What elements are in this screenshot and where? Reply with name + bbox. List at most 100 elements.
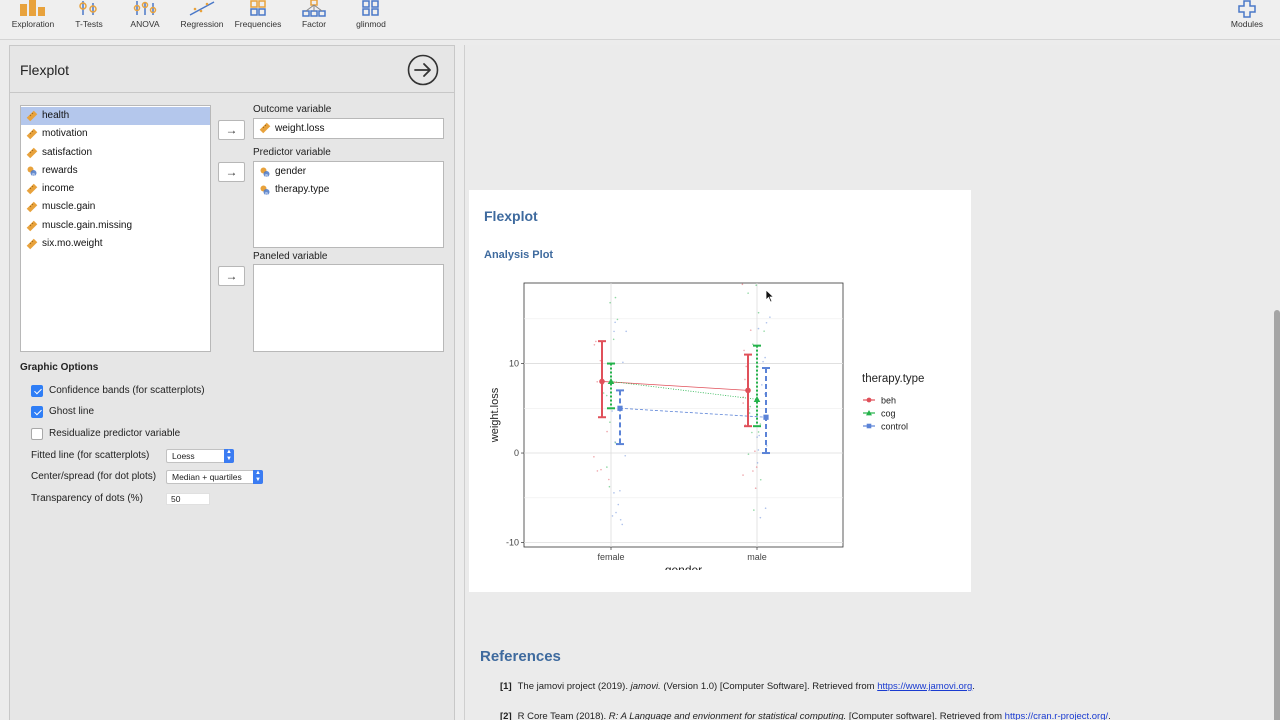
- continuous-ruler-icon: [26, 147, 38, 158]
- results-card: Flexplot Analysis Plot -10 0 10 female male g…: [469, 190, 971, 592]
- data-point: [619, 489, 621, 492]
- variable-item-muscle-gain[interactable]: muscle.gain: [21, 198, 210, 216]
- paneled-variable-box[interactable]: [253, 264, 444, 352]
- data-point: [757, 431, 760, 433]
- jamovi-link[interactable]: https://www.jamovi.org: [877, 681, 972, 692]
- x-tick-label: female: [597, 552, 624, 562]
- plot-area: [523, 282, 844, 548]
- predictor-item-therapy-type[interactable]: a therapy.type: [254, 181, 443, 199]
- data-point: [611, 410, 613, 412]
- data-point: [759, 478, 762, 481]
- reference-title: jamovi.: [630, 681, 661, 692]
- data-point: [621, 523, 624, 526]
- center-spread-select[interactable]: Median + quartiles ▲ ▼: [166, 470, 263, 484]
- predictor-variable-box[interactable]: a gender a therapy.type: [253, 161, 444, 248]
- data-point: [763, 330, 765, 332]
- data-point: [596, 470, 599, 472]
- variable-item-health[interactable]: health: [21, 107, 210, 126]
- fitted-line-select[interactable]: Loess ▲ ▼: [166, 449, 234, 463]
- data-point: [609, 301, 611, 304]
- data-point: [593, 455, 595, 458]
- variable-name: muscle.gain.missing: [42, 219, 133, 231]
- regression-icon: [189, 1, 215, 16]
- predictor-item-gender[interactable]: a gender: [254, 163, 443, 181]
- reference-number: [1]: [500, 681, 512, 692]
- data-point: [606, 430, 608, 433]
- data-point: [751, 431, 753, 434]
- results-scrollbar-thumb[interactable]: [1274, 310, 1280, 720]
- data-point: [765, 445, 768, 447]
- reference-item: [2] R Core Team (2018). R: A Language and…: [500, 711, 1111, 720]
- variable-item-motivation[interactable]: motivation: [21, 125, 210, 143]
- data-point: [614, 321, 616, 324]
- data-point: [757, 449, 760, 451]
- toolbar: Exploration T-Tests ANOVA Regression Fre…: [0, 0, 1280, 40]
- data-point: [609, 421, 611, 423]
- data-point: [755, 284, 758, 286]
- continuous-ruler-icon: [26, 128, 38, 140]
- references-heading: References: [480, 648, 561, 665]
- confidence-bands-label: Confidence bands (for scatterplots): [49, 385, 205, 396]
- data-point: [756, 436, 758, 438]
- residualize-checkbox[interactable]: [31, 428, 43, 440]
- data-point: [747, 292, 749, 294]
- data-point: [614, 296, 617, 299]
- cran-link[interactable]: https://cran.r-project.org/: [1005, 711, 1108, 720]
- confidence-bands-option: Confidence bands (for scatterplots): [31, 385, 291, 399]
- data-point: [625, 330, 627, 333]
- plus-icon: [1238, 0, 1256, 18]
- outcome-variable-item[interactable]: weight.loss: [254, 119, 443, 138]
- fitted-line-label: Fitted line (for scatterplots): [31, 450, 150, 461]
- variable-list[interactable]: health motivation satisfaction a rewards inco…: [20, 105, 211, 352]
- variable-name: muscle.gain: [42, 201, 96, 213]
- continuous-ruler-icon: [259, 122, 271, 134]
- ghost-line-checkbox[interactable]: [31, 406, 43, 418]
- data-point: [742, 474, 744, 476]
- data-point: [757, 327, 760, 330]
- variable-item-six-mo-weight[interactable]: six.mo.weight: [21, 235, 210, 253]
- predictor-name: gender: [275, 166, 307, 177]
- data-point: [596, 380, 599, 383]
- data-point: [744, 378, 746, 381]
- run-arrow-button[interactable]: [407, 54, 439, 86]
- variable-name: health: [42, 110, 70, 121]
- continuous-ruler-icon: [26, 238, 38, 250]
- reference-item: [1] The jamovi project (2019). jamovi. (V…: [500, 681, 975, 692]
- legend-marker: [866, 397, 872, 403]
- data-point: [619, 518, 622, 521]
- legend-marker: [866, 423, 872, 429]
- variable-item-satisfaction[interactable]: satisfaction: [21, 144, 210, 162]
- outcome-variable-box[interactable]: weight.loss: [253, 118, 444, 139]
- y-tick-label: 10: [509, 359, 519, 369]
- nominal-venn-icon: a: [260, 185, 270, 196]
- legend-title: therapy.type: [862, 373, 924, 385]
- data-point: [759, 516, 762, 519]
- data-point: [741, 283, 744, 286]
- variable-name: satisfaction: [42, 146, 93, 158]
- arrow-right-circle-icon: [407, 54, 439, 86]
- outcome-variable-name: weight.loss: [275, 123, 325, 134]
- data-point: [756, 462, 759, 464]
- variable-name: six.mo.weight: [42, 238, 103, 250]
- confidence-bands-checkbox[interactable]: [31, 385, 43, 397]
- move-to-predictor-button[interactable]: →: [218, 162, 245, 182]
- move-to-outcome-button[interactable]: →: [218, 120, 245, 140]
- glinmod-button[interactable]: glinmod: [341, 0, 401, 40]
- data-point: [611, 515, 614, 517]
- move-to-paneled-button[interactable]: →: [218, 266, 245, 286]
- variable-item-muscle-gain-missing[interactable]: muscle.gain.missing: [21, 217, 210, 235]
- glinmod-label: glinmod: [356, 19, 386, 29]
- data-point: [614, 441, 616, 443]
- transparency-input[interactable]: 50: [166, 493, 210, 505]
- results-panel: Flexplot Analysis Plot -10 0 10 female male g…: [464, 45, 1280, 720]
- data-point: [761, 384, 763, 386]
- variable-item-rewards[interactable]: a rewards: [21, 162, 210, 180]
- data-point: [613, 492, 615, 494]
- outcome-variable-label: Outcome variable: [253, 104, 332, 115]
- data-point: [595, 340, 597, 343]
- variable-item-income[interactable]: income: [21, 180, 210, 198]
- nominal-venn-icon: a: [27, 166, 37, 177]
- anova-icon: [133, 1, 157, 15]
- continuous-ruler-icon: [26, 202, 38, 213]
- modules-button[interactable]: Modules: [1217, 0, 1277, 40]
